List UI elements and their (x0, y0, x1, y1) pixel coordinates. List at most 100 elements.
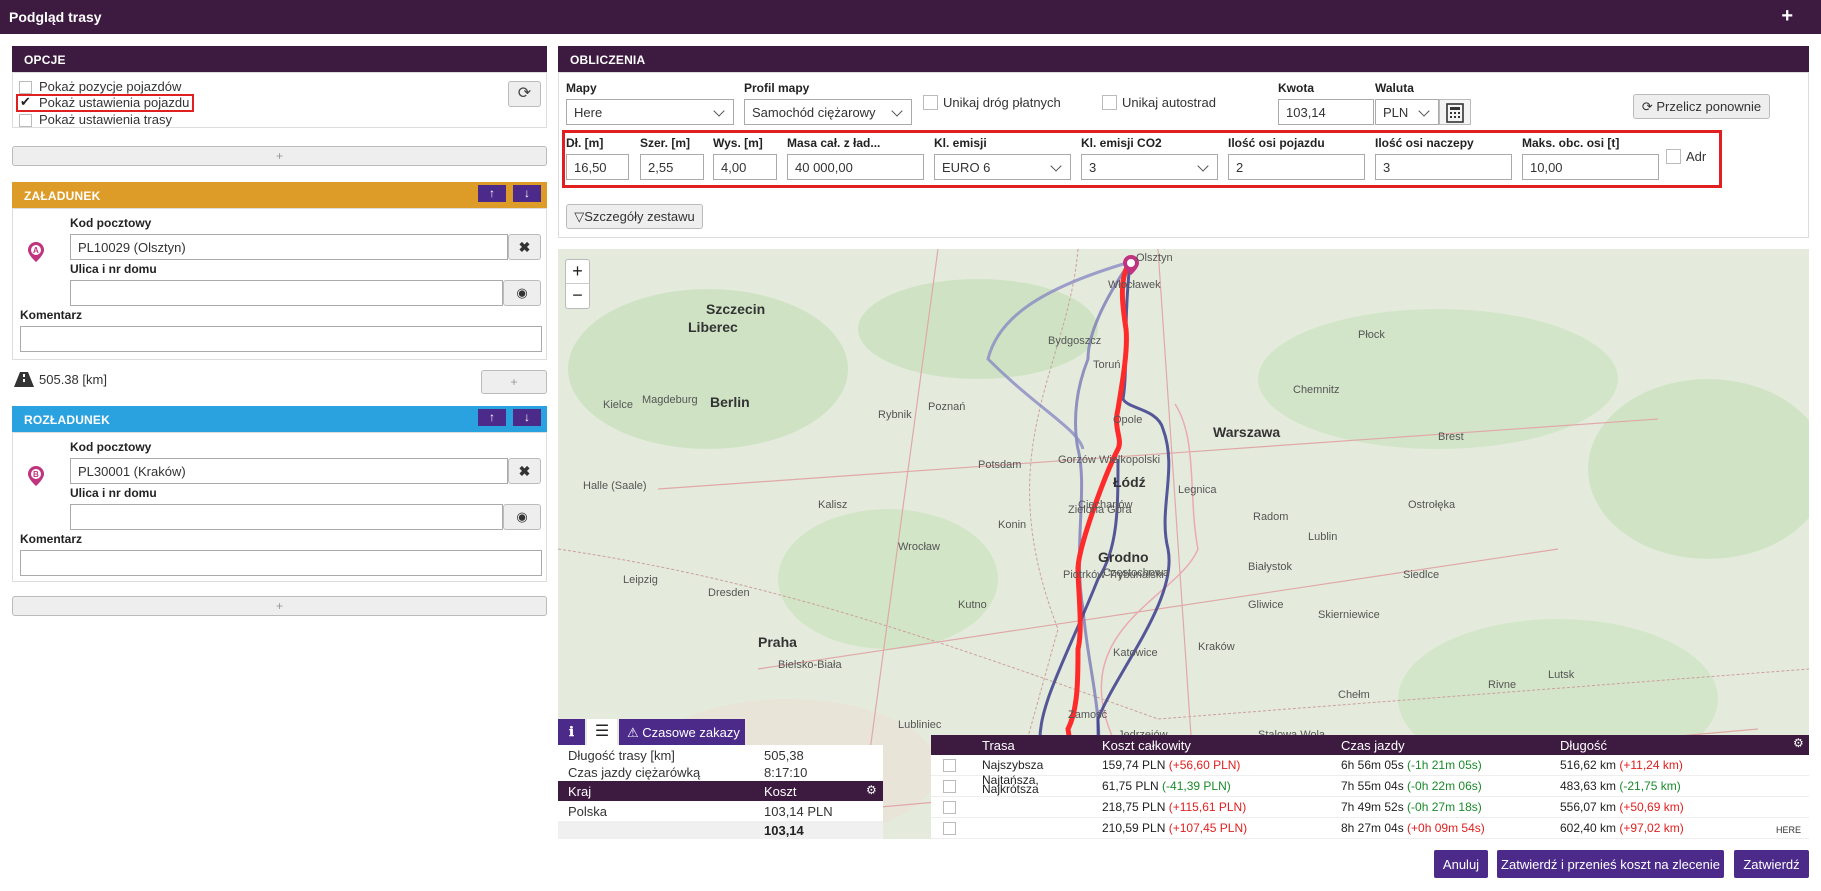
postal-code-input[interactable]: PL10029 (Olsztyn) (70, 234, 508, 260)
length-input[interactable]: 16,50 (566, 154, 629, 180)
maps-select[interactable]: Here (566, 99, 734, 125)
street-input[interactable] (70, 504, 503, 530)
map-city-label: Bydgoszcz (1048, 335, 1102, 347)
total-row: 103,14 (558, 821, 883, 839)
zoom-out-button[interactable]: − (566, 284, 589, 308)
route-row[interactable]: Najtańsza, Najkrótsza 61,75 PLN (-41,39 PL… (931, 774, 1809, 797)
route-row[interactable]: 218,75 PLN (+115,61 PLN) 7h 49m 52s (-0h … (931, 797, 1809, 818)
add-point-button[interactable]: + (12, 596, 547, 616)
route-checkbox[interactable] (943, 822, 956, 835)
emission-label: Kl. emisji (934, 136, 987, 150)
max-axle-input[interactable]: 10,00 (1522, 154, 1659, 180)
route-distance: 505.38 [km] (39, 372, 107, 387)
route-time: 6h 56m 05s (-1h 21m 05s) (1341, 758, 1482, 772)
route-checkbox[interactable] (943, 801, 956, 814)
time-restrictions-tab[interactable]: ⚠ Czasowe zakazy (619, 719, 745, 745)
checkmark-icon[interactable]: ✔ (20, 94, 31, 110)
show-vehicle-settings-label: Pokaż ustawienia pojazdu (39, 95, 190, 110)
map-city-label: Łódź (1113, 474, 1146, 490)
route-row[interactable]: 210,59 PLN (+107,45 PLN) 8h 27m 04s (+0h … (931, 818, 1809, 839)
marker-a-label: A (33, 246, 39, 255)
mass-input[interactable]: 40 000,00 (787, 154, 924, 180)
map-city-label: Rybnik (878, 409, 912, 421)
add-waypoint-button[interactable]: + (481, 370, 547, 394)
profile-select[interactable]: Samochód ciężarowy (744, 99, 912, 125)
window-titlebar: Podgląd trasy + (0, 0, 1821, 34)
street-label: Ulica i nr domu (70, 486, 157, 500)
amount-input[interactable]: 103,14 (1278, 99, 1374, 125)
settings-icon[interactable]: ⚙ (866, 783, 877, 797)
comment-input[interactable] (20, 550, 542, 576)
avoid-highways-checkbox[interactable] (1102, 95, 1117, 110)
route-time-diff: (+0h 09m 54s) (1407, 821, 1485, 835)
compass-icon[interactable]: ◉ (503, 504, 541, 530)
map-city-label: Kutno (958, 599, 987, 611)
compass-icon[interactable]: ◉ (503, 280, 541, 306)
adr-checkbox[interactable] (1666, 149, 1681, 164)
map-city-label: Halle (Saale) (583, 480, 647, 492)
axles-label: Ilość osi pojazdu (1228, 136, 1325, 150)
country-name: Polska (568, 804, 608, 819)
width-input[interactable]: 2,55 (640, 154, 704, 180)
avoid-tolls-checkbox[interactable] (923, 95, 938, 110)
show-vehicle-positions-checkbox[interactable] (19, 81, 32, 94)
map-city-label: Białystok (1248, 561, 1293, 573)
info-icon[interactable]: ℹ (558, 719, 585, 745)
trailer-axles-input[interactable]: 3 (1375, 154, 1512, 180)
mass-label: Masa cał. z ład... (787, 136, 881, 150)
route-row[interactable]: Najszybsza 159,74 PLN (+56,60 PLN) 6h 56m … (931, 755, 1809, 776)
confirm-transfer-button[interactable]: Zatwierdź i przenieś koszt na zlecenie (1497, 850, 1724, 878)
map-city-label: Siedlce (1403, 569, 1440, 581)
options-add-button[interactable]: + (12, 146, 547, 166)
route-checkbox[interactable] (943, 780, 956, 793)
emission-select[interactable]: EURO 6 (934, 154, 1071, 180)
filter-icon: ▽ (574, 209, 585, 224)
clear-icon[interactable]: ✖ (508, 458, 541, 484)
comment-input[interactable] (20, 326, 542, 352)
marker-b-label: B (33, 470, 39, 479)
move-down-icon[interactable]: ↓ (513, 409, 541, 426)
confirm-button[interactable]: Zatwierdź (1734, 850, 1809, 878)
map-watermark: HERE (1775, 825, 1801, 835)
map-city-label: Lubliniec (898, 719, 942, 731)
calculator-icon[interactable] (1439, 99, 1471, 125)
route-cost-diff: (-41,39 PLN) (1162, 779, 1231, 793)
zoom-in-button[interactable]: + (566, 260, 589, 284)
show-route-settings-checkbox[interactable] (19, 114, 32, 127)
country-cost: 103,14 PLN (764, 804, 833, 819)
loading-panel: A Kod pocztowy PL10029 (Olsztyn) ✖ Ulica… (12, 208, 547, 360)
clear-icon[interactable]: ✖ (508, 234, 541, 260)
route-checkbox[interactable] (943, 759, 956, 772)
settings-icon[interactable]: ⚙ (1793, 736, 1804, 750)
currency-select[interactable]: PLN (1375, 99, 1439, 125)
recalculate-button[interactable]: ⟳ Przelicz ponownie (1633, 94, 1770, 119)
move-up-icon[interactable]: ↑ (478, 185, 506, 202)
zoom-controls: + − (565, 259, 590, 309)
map-city-label: Kielce (603, 399, 633, 411)
route-length-diff: (+11,24 km) (1619, 758, 1683, 772)
postal-code-label: Kod pocztowy (70, 216, 152, 230)
route-map[interactable]: Olsztyn Bydgoszcz Toruń Szczecin Berlin Pozna… (558, 249, 1809, 839)
axles-input[interactable]: 2 (1228, 154, 1365, 180)
vehicle-details-button[interactable]: ▽Szczegóły zestawu (566, 204, 703, 229)
map-city-label: Chemnitz (1293, 384, 1340, 396)
map-city-label: Gliwice (1248, 599, 1284, 611)
street-input[interactable] (70, 280, 503, 306)
co2-select[interactable]: 3 (1081, 154, 1218, 180)
map-city-label: Olsztyn (1136, 252, 1173, 264)
time-restrictions-label: Czasowe zakazy (642, 725, 740, 740)
postal-code-input[interactable]: PL30001 (Kraków) (70, 458, 508, 484)
map-city-label: Kalisz (818, 499, 848, 511)
cancel-button[interactable]: Anuluj (1434, 850, 1488, 878)
drive-time-value: 8:17:10 (764, 765, 808, 780)
add-icon[interactable]: + (1781, 5, 1793, 28)
window-title: Podgląd trasy (9, 9, 102, 25)
height-input[interactable]: 4,00 (713, 154, 777, 180)
move-down-icon[interactable]: ↓ (513, 185, 541, 202)
route-time-diff: (-0h 27m 18s) (1407, 800, 1482, 814)
refresh-icon[interactable]: ⟳ (508, 81, 541, 107)
move-up-icon[interactable]: ↑ (478, 409, 506, 426)
show-vehicle-positions-label: Pokaż pozycje pojazdów (39, 79, 182, 94)
layers-icon[interactable]: ☰ (587, 719, 617, 745)
options-panel: Pokaż pozycje pojazdów ✔ Pokaż ustawieni… (12, 72, 547, 128)
